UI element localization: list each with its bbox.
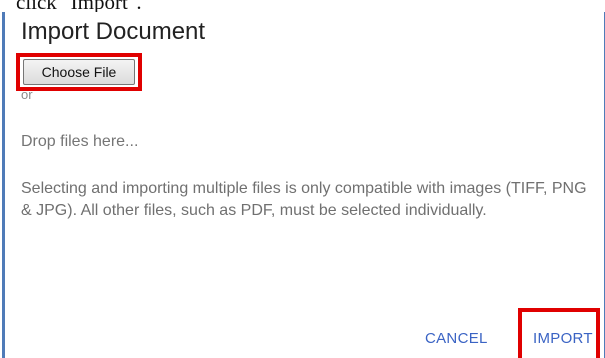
screenshot-frame: click "Import". Import Document Choose F… <box>0 0 605 358</box>
import-button[interactable]: IMPORT <box>533 330 593 347</box>
instruction-caption: click "Import". <box>0 0 605 12</box>
import-document-dialog: Import Document Choose File or Drop file… <box>2 12 605 358</box>
dialog-title: Import Document <box>21 18 206 45</box>
or-label: or <box>21 87 33 101</box>
instruction-text: click "Import". <box>16 0 142 12</box>
drop-zone[interactable]: Drop files here... <box>21 133 138 151</box>
choose-file-button[interactable]: Choose File <box>23 59 135 85</box>
import-info-text: Selecting and importing multiple files i… <box>21 180 587 219</box>
cancel-button[interactable]: CANCEL <box>425 330 488 347</box>
